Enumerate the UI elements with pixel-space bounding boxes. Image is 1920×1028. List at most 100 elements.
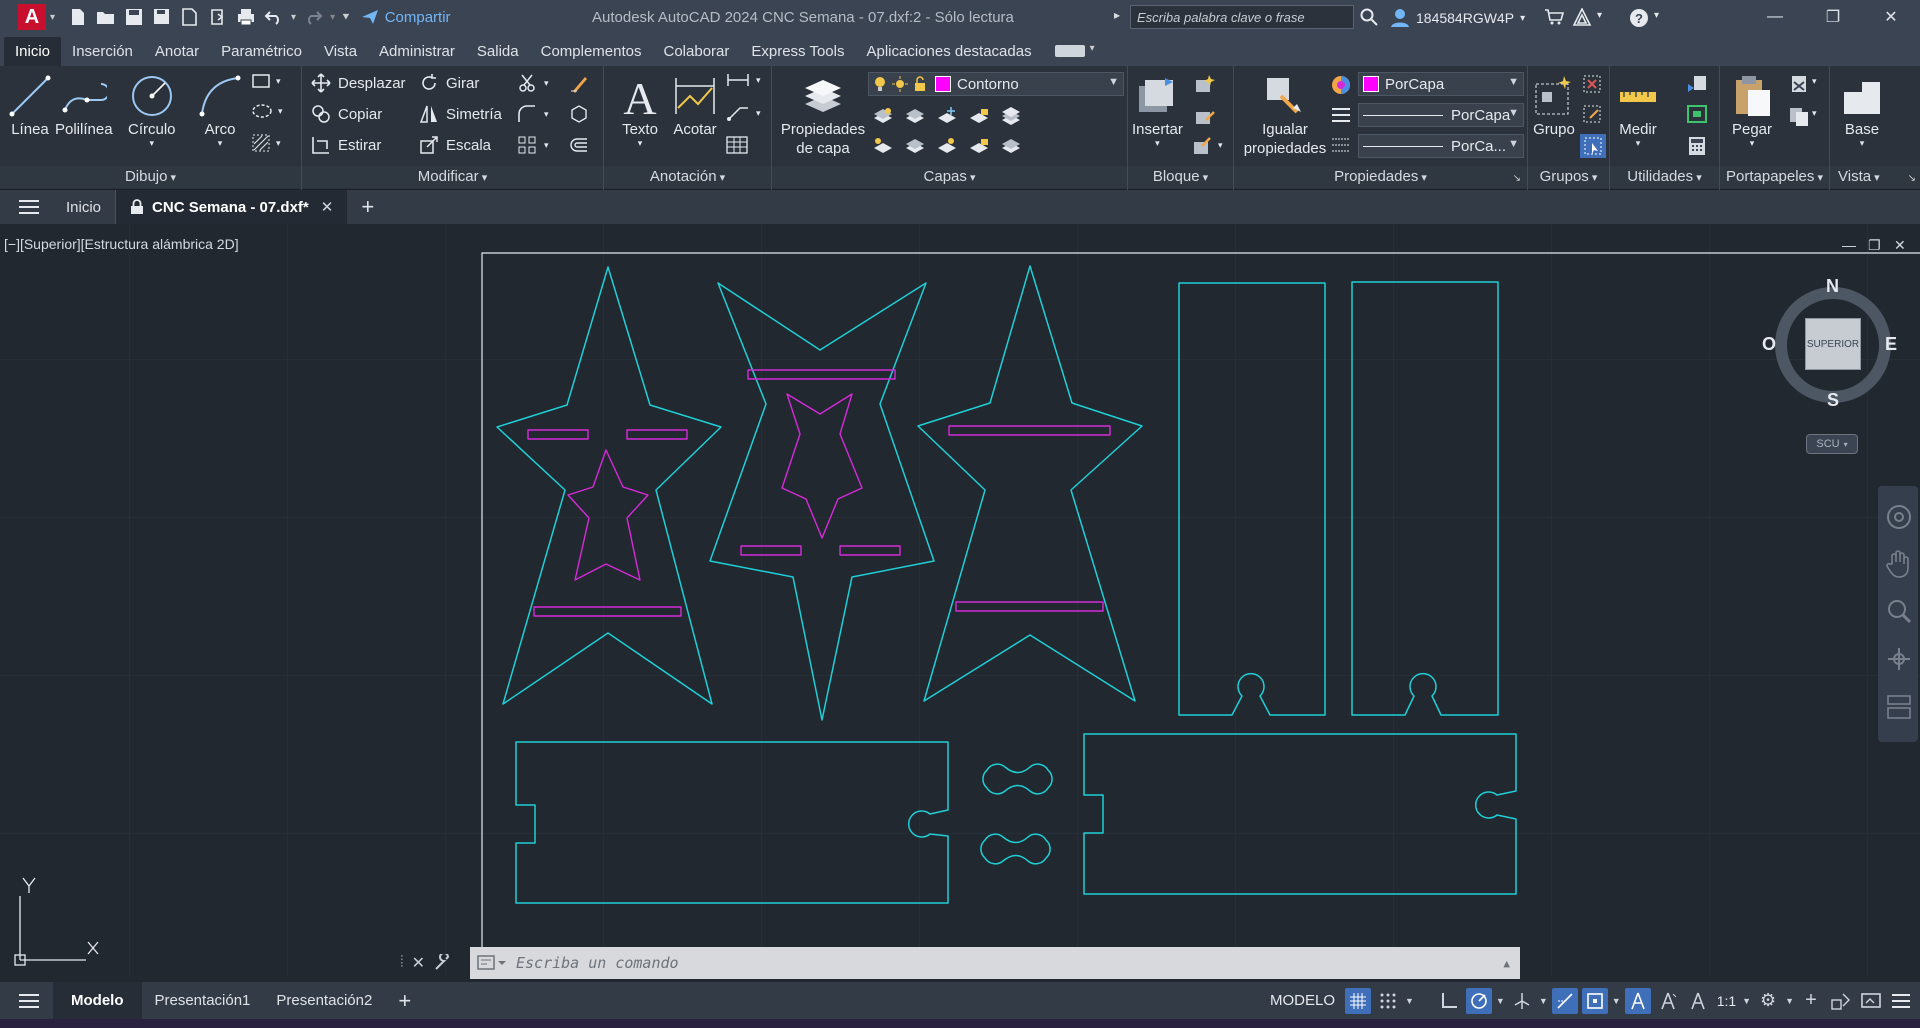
ortho-mode-icon[interactable]	[1436, 988, 1462, 1014]
fillet-button[interactable]: ▾	[516, 103, 549, 125]
command-expand-icon[interactable]: ▲	[1503, 957, 1510, 970]
polar-caret-icon[interactable]: ▼	[1496, 996, 1505, 1006]
layer-isolate-icon[interactable]	[872, 106, 894, 126]
match-properties-button[interactable]: Igualar propiedades	[1240, 72, 1330, 158]
panel-block-label[interactable]: Bloque	[1128, 166, 1233, 188]
file-tab-active[interactable]: CNC Semana - 07.dxf* ✕	[116, 190, 348, 224]
workspace-caret-icon[interactable]: ▼	[1785, 996, 1794, 1006]
annotation-scale-value[interactable]: 1:1	[1715, 993, 1738, 1009]
linetype-icon[interactable]	[1330, 106, 1352, 124]
panel-utilities-label[interactable]: Utilidades	[1610, 166, 1719, 188]
view-launcher-icon[interactable]: ↘	[1908, 173, 1916, 184]
annotation-monitor-icon[interactable]: +	[1798, 988, 1824, 1014]
command-customize-icon[interactable]	[433, 954, 451, 972]
autodesk-apps-icon[interactable]	[1572, 8, 1592, 26]
table-button[interactable]	[726, 136, 748, 154]
create-block-icon[interactable]	[1194, 74, 1216, 94]
tab-complementos[interactable]: Complementos	[530, 37, 653, 66]
save-icon[interactable]	[123, 6, 145, 28]
text-button[interactable]: A Texto ▾	[620, 72, 660, 148]
search-icon[interactable]	[1360, 8, 1378, 26]
tab-colaborar[interactable]: Colaborar	[653, 37, 741, 66]
group-select-toggle[interactable]	[1580, 134, 1606, 158]
close-tab-icon[interactable]: ✕	[321, 198, 334, 216]
panel-draw-label[interactable]: Dibujo	[0, 166, 301, 188]
array-button[interactable]: ▾	[516, 134, 549, 156]
line-button[interactable]: Línea	[8, 72, 52, 139]
open-folder-icon[interactable]	[95, 6, 117, 28]
command-input[interactable]: Escriba un comando	[516, 954, 679, 972]
measure-button[interactable]: Medir ▾	[1616, 72, 1660, 148]
layer-walk-icon[interactable]	[1000, 106, 1022, 126]
user-account[interactable]: 184584RGW4P ▾	[1390, 8, 1525, 28]
arc-button[interactable]: Arco ▾	[198, 72, 242, 148]
scale-caret-icon[interactable]: ▼	[1742, 996, 1751, 1006]
leader-button[interactable]: ▾	[726, 104, 761, 122]
steering-wheel-icon[interactable]	[1886, 504, 1912, 530]
tab-inicio[interactable]: Inicio	[4, 36, 62, 66]
panel-groups-label[interactable]: Grupos	[1528, 166, 1609, 188]
explode-button[interactable]	[568, 103, 590, 125]
layer-freeze-icon[interactable]	[936, 106, 958, 126]
hatch-button[interactable]: ▾	[252, 134, 281, 152]
tab-anotar[interactable]: Anotar	[144, 37, 210, 66]
layer-thaw-all-icon[interactable]	[936, 136, 958, 156]
trim-button[interactable]: ▾	[516, 72, 549, 94]
new-tab-icon[interactable]: +	[347, 190, 388, 224]
search-expand-icon[interactable]: ▸	[1114, 8, 1120, 22]
restore-icon[interactable]: ❐	[1810, 4, 1856, 30]
scale-button[interactable]: Escala	[418, 134, 491, 156]
tab-insercion[interactable]: Inserción	[61, 37, 144, 66]
model-space-button[interactable]: MODELO	[1264, 992, 1341, 1009]
tab-parametrico[interactable]: Paramétrico	[210, 37, 313, 66]
help-caret-icon[interactable]: ▾	[1654, 10, 1659, 21]
layer-merge-icon[interactable]	[1000, 136, 1022, 156]
open-web-icon[interactable]	[179, 6, 201, 28]
object-snap-tracking-icon[interactable]	[1551, 987, 1578, 1014]
viewcube[interactable]: SUPERIOR N S E O	[1762, 276, 1898, 410]
layout-menu-icon[interactable]	[0, 982, 53, 1019]
add-layout-icon[interactable]: +	[385, 982, 424, 1019]
object-snap-icon[interactable]	[1581, 987, 1608, 1014]
paste-button[interactable]: Pegar ▾	[1730, 72, 1774, 148]
layout-tab-model[interactable]: Modelo	[53, 982, 142, 1019]
lineweight-dropdown[interactable]: PorCa... ▼	[1358, 134, 1524, 158]
units-icon[interactable]	[1828, 988, 1854, 1014]
minimize-icon[interactable]: —	[1752, 4, 1798, 30]
polar-tracking-icon[interactable]	[1465, 987, 1492, 1014]
group-edit-icon[interactable]	[1582, 104, 1604, 124]
polyline-button[interactable]: Polilínea	[55, 72, 113, 139]
erase-button[interactable]	[568, 72, 590, 94]
snap-caret-icon[interactable]: ▼	[1405, 996, 1414, 1006]
copy-clip-caret-icon[interactable]: ▾	[1812, 108, 1817, 119]
undo-caret-icon[interactable]: ▾	[291, 12, 296, 23]
layer-properties-button[interactable]: Propiedades de capa	[778, 72, 868, 158]
select-all-icon[interactable]	[1686, 104, 1708, 124]
hatch-ellipse-button[interactable]: ▾	[252, 104, 283, 118]
command-line[interactable]: Escriba un comando ▲	[470, 947, 1520, 979]
save-as-icon[interactable]	[151, 6, 173, 28]
tab-vista[interactable]: Vista	[313, 37, 368, 66]
export-icon[interactable]	[207, 6, 229, 28]
isometric-caret-icon[interactable]: ▼	[1539, 996, 1548, 1006]
file-tabs-menu-icon[interactable]	[0, 190, 52, 224]
app-menu-button[interactable]: A	[18, 4, 46, 30]
viewcube-face[interactable]: SUPERIOR	[1805, 318, 1861, 370]
lineweight-icon[interactable]	[1330, 136, 1352, 154]
group-button[interactable]: Grupo	[1532, 72, 1576, 139]
layer-unisolate-icon[interactable]	[904, 136, 926, 156]
cut-icon[interactable]	[1788, 74, 1810, 94]
compass-e[interactable]: E	[1885, 334, 1897, 355]
search-input[interactable]: Escriba palabra clave o frase	[1130, 5, 1354, 29]
tab-salida[interactable]: Salida	[466, 37, 530, 66]
panel-properties-label[interactable]: Propiedades	[1234, 166, 1527, 188]
panel-clipboard-label[interactable]: Portapapeles	[1720, 166, 1829, 188]
compass-w[interactable]: O	[1762, 334, 1776, 355]
snap-mode-icon[interactable]	[1375, 988, 1401, 1014]
close-icon[interactable]: ✕	[1868, 4, 1914, 30]
customization-menu-icon[interactable]	[1888, 988, 1914, 1014]
ribbon-minimize-toggle[interactable]: ▾	[1054, 43, 1095, 57]
insert-block-button[interactable]: Insertar ▾	[1132, 72, 1183, 148]
base-view-button[interactable]: Base ▾	[1840, 72, 1884, 148]
layer-dropdown[interactable]: Contorno ▼	[868, 72, 1124, 96]
